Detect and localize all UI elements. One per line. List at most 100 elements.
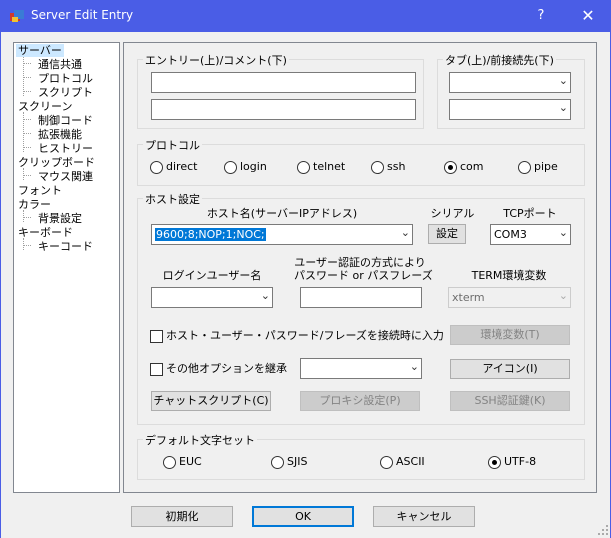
ssh-key-button[interactable]: SSH認証鍵(K) [450, 391, 570, 411]
chevron-down-icon: ⌄ [558, 74, 568, 87]
radio-circle [371, 160, 384, 174]
charset-sjis-radio[interactable]: SJIS [271, 455, 307, 469]
radio-circle [150, 160, 163, 174]
protocol-login-radio[interactable]: login [224, 160, 267, 174]
inherit-options-checkbox[interactable]: その他オプションを継承 [150, 362, 287, 376]
protocol-telnet-radio[interactable]: telnet [297, 160, 345, 174]
entry-input[interactable] [151, 72, 416, 93]
protocol-login-label: login [240, 160, 267, 173]
tree-item-screen[interactable]: スクリーン [18, 100, 72, 113]
chevron-down-icon: ⌄ [558, 289, 568, 302]
radio-circle [163, 455, 176, 469]
charset-euc-label: EUC [179, 455, 202, 468]
ok-button[interactable]: OK [252, 506, 354, 527]
tree-item-font[interactable]: フォント [18, 184, 62, 197]
env-variables-button[interactable]: 環境変数(T) [450, 325, 570, 345]
password-input[interactable] [300, 287, 422, 308]
tree-connector [23, 91, 31, 92]
input-on-connect-checkbox[interactable]: ホスト・ユーザー・パスワード/フレーズを接続時に入力 [150, 329, 444, 343]
radio-circle [271, 455, 284, 469]
auth-label-line2: パスワード or パスフレーズ [294, 269, 433, 282]
chevron-down-icon: ⌄ [409, 360, 419, 373]
protocol-direct-radio[interactable]: direct [150, 160, 197, 174]
serial-label: シリアル [430, 207, 475, 220]
tree-connector [23, 56, 24, 96]
tree-item-keycode[interactable]: キーコード [38, 240, 93, 253]
tree-item-background[interactable]: 背景設定 [38, 212, 82, 225]
tree-item-protocol[interactable]: プロトコル [38, 72, 93, 85]
hostname-label: ホスト名(サーバーIPアドレス) [206, 207, 358, 220]
term-env-combo[interactable]: xterm ⌄ [448, 287, 571, 308]
tree-item-mouse[interactable]: マウス関連 [38, 170, 93, 183]
radio-circle [224, 160, 237, 174]
charset-utf8-radio[interactable]: UTF-8 [488, 455, 536, 469]
protocol-direct-label: direct [166, 160, 198, 173]
tab-combo[interactable]: ⌄ [449, 72, 571, 93]
comment-input[interactable] [151, 99, 416, 120]
initialize-button[interactable]: 初期化 [131, 506, 233, 527]
radio-circle-selected [444, 160, 457, 174]
tree-item-server[interactable]: サーバー [16, 44, 64, 57]
term-env-value: xterm [452, 291, 485, 304]
checkbox-box [150, 362, 163, 376]
prev-connection-combo[interactable]: ⌄ [449, 99, 571, 120]
protocol-ssh-radio[interactable]: ssh [371, 160, 405, 174]
protocol-com-label: com [460, 160, 484, 173]
window-title: Server Edit Entry [31, 8, 134, 22]
inherit-options-combo[interactable]: ⌄ [300, 358, 422, 379]
tree-connector [23, 133, 31, 134]
tree-item-color[interactable]: カラー [18, 198, 51, 211]
settings-tree[interactable]: サーバー 通信共通 プロトコル スクリプト スクリーン 制御コード 拡張機能 ヒ… [13, 42, 120, 493]
chevron-down-icon: ⌄ [558, 101, 568, 114]
protocol-com-radio[interactable]: com [444, 160, 484, 174]
protocol-ssh-label: ssh [387, 160, 406, 173]
protocol-pipe-radio[interactable]: pipe [518, 160, 558, 174]
tree-item-clipboard[interactable]: クリップボード [18, 156, 95, 169]
cancel-button[interactable]: キャンセル [373, 506, 475, 527]
charset-group-label: デフォルト文字セット [143, 432, 257, 448]
tree-connector [23, 63, 31, 64]
radio-circle [297, 160, 310, 174]
host-settings-label: ホスト設定 [143, 191, 202, 207]
protocol-pipe-label: pipe [534, 160, 558, 173]
tcpport-value: COM3 [494, 228, 527, 241]
checkbox-box [150, 329, 163, 343]
chat-script-button[interactable]: チャットスクリプト(C) [151, 391, 271, 411]
close-button[interactable]: ✕ [565, 0, 611, 32]
radio-circle [518, 160, 531, 174]
tree-connector [23, 147, 31, 148]
charset-ascii-radio[interactable]: ASCII [380, 455, 425, 469]
tree-item-history[interactable]: ヒストリー [38, 142, 93, 155]
tcpport-combo[interactable]: COM3 ⌄ [490, 224, 571, 245]
tree-item-script[interactable]: スクリプト [38, 86, 93, 99]
login-username-combo[interactable]: ⌄ [151, 287, 273, 308]
tree-connector [23, 77, 31, 78]
protocol-group-label: プロトコル [143, 137, 202, 153]
resize-grip-icon[interactable] [597, 524, 609, 536]
hostname-value: 9600;8;NOP;1;NOC; [155, 228, 266, 241]
term-env-label: TERM環境変数 [471, 269, 547, 282]
serial-settings-button[interactable]: 設定 [428, 224, 466, 244]
app-icon [10, 10, 24, 22]
proxy-settings-button[interactable]: プロキシ設定(P) [300, 391, 420, 411]
hostname-combo[interactable]: 9600;8;NOP;1;NOC; ⌄ [151, 224, 413, 245]
login-username-label: ログインユーザー名 [162, 269, 262, 282]
tree-connector [23, 168, 24, 180]
auth-label-line1: ユーザー認証の方式により [294, 256, 426, 269]
input-on-connect-label: ホスト・ユーザー・パスワード/フレーズを接続時に入力 [166, 329, 444, 342]
tree-item-extensions[interactable]: 拡張機能 [38, 128, 82, 141]
tree-item-control-code[interactable]: 制御コード [38, 114, 93, 127]
radio-circle [380, 455, 393, 469]
tcpport-label: TCPポート [503, 207, 557, 220]
tree-connector [23, 217, 31, 218]
help-button[interactable]: ? [524, 0, 558, 32]
charset-ascii-label: ASCII [396, 455, 425, 468]
settings-panel: エントリー(上)/コメント(下) タブ(上)/前接続先(下) ⌄ ⌄ プロトコル… [123, 42, 597, 493]
charset-utf8-label: UTF-8 [504, 455, 537, 468]
tree-item-comm-common[interactable]: 通信共通 [38, 58, 82, 71]
icon-button[interactable]: アイコン(I) [450, 359, 570, 379]
tree-item-keyboard[interactable]: キーボード [18, 226, 73, 239]
tree-connector [23, 245, 31, 246]
inherit-options-label: その他オプションを継承 [166, 362, 287, 375]
charset-euc-radio[interactable]: EUC [163, 455, 202, 469]
